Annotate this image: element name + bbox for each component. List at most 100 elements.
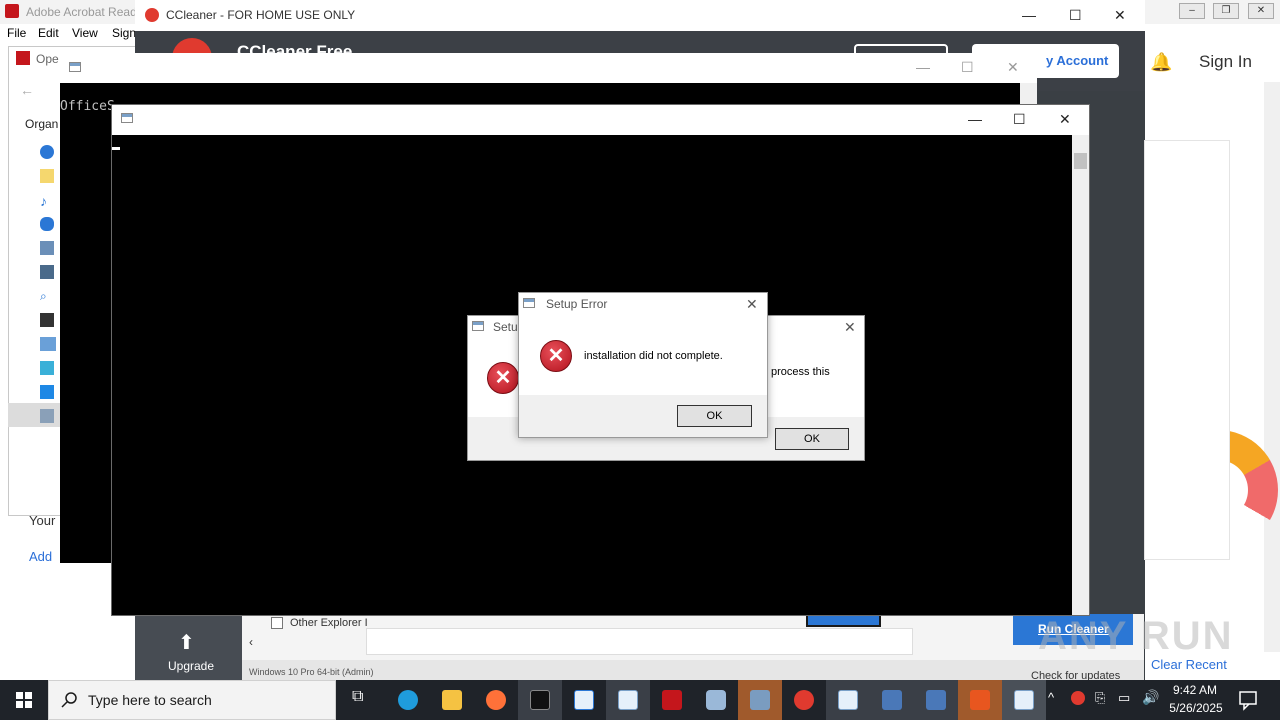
- setup-back-ok-button[interactable]: OK: [775, 428, 849, 450]
- taskbar-edge[interactable]: [386, 680, 430, 720]
- sign-in-link[interactable]: Sign In: [1199, 52, 1252, 72]
- window-icon: [574, 690, 594, 710]
- back-arrow-icon[interactable]: ←: [20, 82, 34, 98]
- taskbar-explorer[interactable]: [430, 680, 474, 720]
- taskbar-window-1[interactable]: [562, 680, 606, 720]
- network-app-icon: [926, 690, 946, 710]
- other-explorer-label: Other Explorer I: [290, 617, 368, 629]
- ccleaner-minimize-button[interactable]: —: [1022, 8, 1036, 22]
- ccleaner-info-card: [1144, 140, 1230, 560]
- setup-back-message: process this: [771, 366, 830, 378]
- taskbar-acrobat[interactable]: [650, 680, 694, 720]
- console-front-maximize-button[interactable]: ☐: [1013, 112, 1026, 126]
- task-view-button[interactable]: ⧉: [338, 680, 382, 720]
- upgrade-button[interactable]: Upgrade: [168, 659, 214, 673]
- search-placeholder: Type here to search: [88, 692, 212, 708]
- console-back-maximize-button[interactable]: ☐: [961, 60, 974, 74]
- volume-icon[interactable]: 🔊: [1142, 689, 1159, 706]
- console-front-titlebar: [112, 105, 1089, 135]
- console-front-close-button[interactable]: ✕: [1059, 112, 1071, 126]
- setup-error-message: installation did not complete.: [584, 350, 723, 362]
- notification-button[interactable]: [1226, 680, 1270, 720]
- console-front-scrollbar[interactable]: [1072, 135, 1089, 615]
- console-back-scrollbar[interactable]: [1020, 83, 1037, 105]
- console-back-minimize-button[interactable]: —: [916, 60, 930, 74]
- notification-icon: [1239, 691, 1257, 711]
- setup-back-icon: [472, 321, 484, 331]
- taskbar-ccleaner[interactable]: [782, 680, 826, 720]
- start-button[interactable]: [0, 680, 48, 720]
- acrobat-title: Adobe Acrobat Read: [26, 5, 137, 19]
- menu-view[interactable]: View: [72, 26, 98, 40]
- acrobat-icon: [662, 690, 682, 710]
- quick-access-icon: [40, 145, 54, 159]
- setup-error-title: Setup Error: [546, 297, 608, 311]
- acrobat-logo-icon: [5, 4, 19, 18]
- open-dialog-title: Ope: [36, 52, 59, 66]
- organize-button[interactable]: Organ: [25, 117, 58, 131]
- setup-error-ok-button[interactable]: OK: [677, 405, 752, 427]
- acrobat-restore-button[interactable]: ❐: [1213, 3, 1239, 19]
- menu-file[interactable]: File: [7, 26, 26, 40]
- console-cursor: [112, 147, 120, 150]
- error-icon: ✕: [487, 362, 519, 394]
- clock-time[interactable]: 9:42 AM: [1170, 683, 1220, 697]
- this-pc-icon: [40, 337, 56, 351]
- console-back-text: OfficeS: [60, 99, 115, 114]
- menu-edit[interactable]: Edit: [38, 26, 59, 40]
- installer-icon: [750, 690, 770, 710]
- anyrun-watermark: ANY RUN: [1038, 614, 1234, 658]
- window-icon: [618, 690, 638, 710]
- taskbar-cmd[interactable]: [518, 680, 562, 720]
- taskbar-network-app-2[interactable]: [914, 680, 958, 720]
- acrobat-close-button[interactable]: ✕: [1248, 3, 1274, 19]
- taskbar-firefox[interactable]: [474, 680, 518, 720]
- scroll-left-icon[interactable]: ‹: [249, 635, 253, 649]
- search-icon: [61, 692, 77, 708]
- show-hidden-icons-chevron-icon[interactable]: ^: [1048, 690, 1054, 705]
- window-icon: [838, 690, 858, 710]
- ccleaner-tray-icon[interactable]: [1071, 691, 1085, 705]
- office-icon: [970, 690, 990, 710]
- taskbar-network-app[interactable]: [870, 680, 914, 720]
- folder-icon: [442, 690, 462, 710]
- other-explorer-checkbox[interactable]: [271, 617, 283, 629]
- network-icon: [40, 265, 54, 279]
- taskbar-tool[interactable]: [694, 680, 738, 720]
- documents-icon: [40, 409, 54, 423]
- setup-back-close-button[interactable]: ✕: [844, 320, 856, 334]
- network-tray-icon[interactable]: ▭: [1118, 690, 1130, 706]
- ccleaner-maximize-button[interactable]: ☐: [1069, 8, 1082, 22]
- task-view-icon: ⧉: [352, 688, 364, 705]
- console-front-scroll-thumb[interactable]: [1074, 153, 1087, 169]
- onedrive-icon: [40, 217, 54, 231]
- taskbar-window-4[interactable]: [1002, 680, 1046, 720]
- windows-logo-icon: [16, 692, 32, 708]
- os-info: Windows 10 Pro 64-bit (Admin): [249, 667, 374, 677]
- ccleaner-icon: [794, 690, 814, 710]
- clear-recent-link[interactable]: Clear Recent: [1151, 657, 1227, 672]
- taskbar-office[interactable]: [958, 680, 1002, 720]
- search-nav-icon: ⌕: [40, 289, 47, 303]
- my-account-label: y Account: [1046, 53, 1109, 68]
- ccleaner-logo-icon: [145, 8, 159, 22]
- taskbar-window-3[interactable]: [826, 680, 870, 720]
- console-front-minimize-button[interactable]: —: [968, 112, 982, 126]
- console-back-close-button[interactable]: ✕: [1007, 60, 1019, 74]
- add-link[interactable]: Add: [29, 549, 52, 564]
- console-front-icon: [121, 113, 133, 123]
- acrobat-minimize-button[interactable]: –: [1179, 3, 1205, 19]
- terminal-icon: [530, 690, 550, 710]
- tray-app-icon[interactable]: ⎘: [1095, 690, 1105, 706]
- acrobat-scrollbar[interactable]: [1264, 82, 1280, 652]
- folder-icon: [40, 169, 54, 183]
- acrobat-icon: [16, 51, 30, 65]
- taskbar-window-2[interactable]: [606, 680, 650, 720]
- selected-nav-item[interactable]: [8, 403, 64, 427]
- menu-sign[interactable]: Sign: [112, 26, 136, 40]
- ccleaner-close-button[interactable]: ✕: [1114, 8, 1126, 22]
- clock-date[interactable]: 5/26/2025: [1168, 701, 1224, 715]
- setup-error-close-button[interactable]: ✕: [746, 297, 758, 311]
- bell-icon[interactable]: 🔔: [1150, 52, 1172, 73]
- taskbar-installer[interactable]: [738, 680, 782, 720]
